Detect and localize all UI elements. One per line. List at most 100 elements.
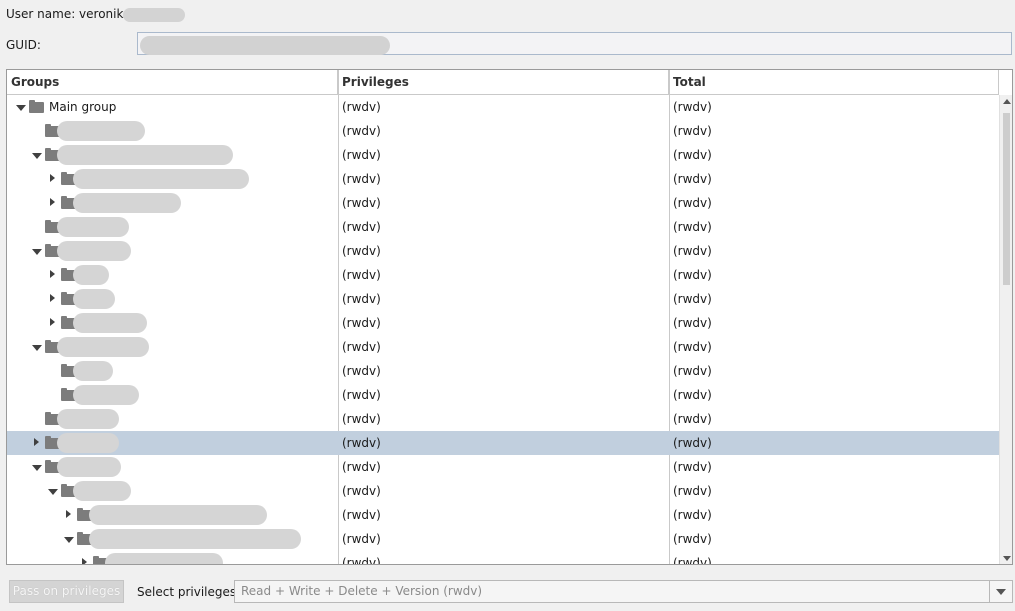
triangle-right-icon[interactable] [47, 167, 59, 191]
table-row[interactable]: (rwdv) (rwdv) [7, 119, 999, 143]
group-cell[interactable] [7, 143, 338, 167]
privileges-cell: (rwdv) [342, 556, 381, 565]
total-cell: (rwdv) [673, 268, 712, 282]
table-row[interactable]: (rwdv) (rwdv) [7, 503, 999, 527]
table-row[interactable]: (rwdv) (rwdv) [7, 527, 999, 551]
pass-on-privileges-button[interactable]: Pass on privileges [9, 580, 124, 603]
privileges-cell: (rwdv) [342, 148, 381, 162]
table-row[interactable]: (rwdv) (rwdv) [7, 455, 999, 479]
group-cell[interactable] [7, 407, 338, 431]
triangle-right-icon[interactable] [47, 263, 59, 287]
privileges-select-value: Read + Write + Delete + Version (rwdv) [241, 584, 483, 598]
table-row[interactable]: (rwdv) (rwdv) [7, 287, 999, 311]
total-cell: (rwdv) [673, 508, 712, 522]
guid-field[interactable] [137, 32, 1012, 55]
table-row[interactable]: (rwdv) (rwdv) [7, 383, 999, 407]
group-cell[interactable] [7, 119, 338, 143]
triangle-right-icon[interactable] [63, 503, 75, 527]
group-cell[interactable] [7, 503, 338, 527]
group-cell[interactable] [7, 263, 338, 287]
table-row[interactable]: (rwdv) (rwdv) [7, 263, 999, 287]
redacted-group-name [89, 529, 301, 549]
redacted-username [122, 7, 185, 22]
groups-table[interactable]: Groups Privileges Total Main group (rwdv)… [6, 69, 1013, 565]
privileges-select[interactable]: Read + Write + Delete + Version (rwdv) [234, 580, 1013, 603]
table-row[interactable]: Main group (rwdv) (rwdv) [7, 95, 999, 119]
select-privileges-label: Select privileges: [137, 585, 241, 599]
table-row[interactable]: (rwdv) (rwdv) [7, 215, 999, 239]
group-cell[interactable] [7, 335, 338, 359]
privileges-cell: (rwdv) [342, 244, 381, 258]
table-body: Main group (rwdv) (rwdv) (rwdv) (rwdv) (rwdv)… [7, 95, 999, 565]
table-row[interactable]: (rwdv) (rwdv) [7, 167, 999, 191]
redacted-group-name [57, 121, 145, 141]
table-row[interactable]: (rwdv) (rwdv) [7, 431, 999, 455]
table-row[interactable]: (rwdv) (rwdv) [7, 551, 999, 565]
group-cell[interactable] [7, 167, 338, 191]
table-row[interactable]: (rwdv) (rwdv) [7, 239, 999, 263]
group-cell[interactable] [7, 383, 338, 407]
group-cell[interactable] [7, 551, 338, 564]
vertical-scrollbar[interactable] [999, 95, 1012, 564]
total-cell: (rwdv) [673, 340, 712, 354]
redacted-group-name [57, 145, 233, 165]
column-header-total[interactable]: Total [669, 70, 999, 94]
redacted-group-name [73, 481, 131, 501]
triangle-right-icon[interactable] [47, 311, 59, 335]
triangle-down-icon[interactable] [31, 335, 43, 359]
total-cell: (rwdv) [673, 196, 712, 210]
group-cell[interactable] [7, 431, 338, 455]
scroll-down-icon[interactable] [1003, 556, 1011, 561]
privileges-cell: (rwdv) [342, 100, 381, 114]
redacted-group-name [73, 361, 113, 381]
group-cell[interactable] [7, 191, 338, 215]
group-cell[interactable] [7, 239, 338, 263]
privileges-cell: (rwdv) [342, 508, 381, 522]
group-cell[interactable] [7, 479, 338, 503]
group-cell[interactable] [7, 359, 338, 383]
guid-label: GUID: [6, 38, 41, 52]
group-cell[interactable] [7, 455, 338, 479]
table-row[interactable]: (rwdv) (rwdv) [7, 479, 999, 503]
triangle-down-icon[interactable] [31, 239, 43, 263]
redacted-group-name [73, 193, 181, 213]
total-cell: (rwdv) [673, 292, 712, 306]
total-cell: (rwdv) [673, 244, 712, 258]
triangle-down-icon[interactable] [47, 479, 59, 503]
table-header: Groups Privileges Total [7, 70, 999, 95]
triangle-right-icon[interactable] [79, 551, 91, 564]
privileges-cell: (rwdv) [342, 364, 381, 378]
scroll-up-icon[interactable] [1003, 99, 1011, 104]
triangle-down-icon[interactable] [31, 143, 43, 167]
group-cell[interactable] [7, 311, 338, 335]
group-cell[interactable] [7, 527, 338, 551]
privileges-cell: (rwdv) [342, 436, 381, 450]
scrollbar-thumb[interactable] [1003, 113, 1010, 285]
table-row[interactable]: (rwdv) (rwdv) [7, 359, 999, 383]
redacted-group-name [73, 289, 115, 309]
redacted-guid [140, 36, 390, 55]
chevron-down-icon[interactable] [989, 581, 1012, 602]
triangle-down-icon[interactable] [31, 455, 43, 479]
table-row[interactable]: (rwdv) (rwdv) [7, 191, 999, 215]
triangle-down-icon[interactable] [15, 95, 27, 119]
total-cell: (rwdv) [673, 316, 712, 330]
table-row[interactable]: (rwdv) (rwdv) [7, 335, 999, 359]
group-cell[interactable]: Main group [7, 95, 338, 119]
table-row[interactable]: (rwdv) (rwdv) [7, 311, 999, 335]
column-header-groups[interactable]: Groups [7, 70, 338, 94]
column-header-privileges[interactable]: Privileges [338, 70, 669, 94]
table-row[interactable]: (rwdv) (rwdv) [7, 407, 999, 431]
triangle-down-icon[interactable] [63, 527, 75, 551]
user-name-label: User name: veronika [6, 7, 185, 22]
privileges-cell: (rwdv) [342, 460, 381, 474]
group-cell[interactable] [7, 287, 338, 311]
group-cell[interactable] [7, 215, 338, 239]
total-cell: (rwdv) [673, 364, 712, 378]
triangle-right-icon[interactable] [47, 287, 59, 311]
privileges-cell: (rwdv) [342, 220, 381, 234]
triangle-right-icon[interactable] [31, 431, 43, 455]
redacted-group-name [57, 457, 121, 477]
triangle-right-icon[interactable] [47, 191, 59, 215]
table-row[interactable]: (rwdv) (rwdv) [7, 143, 999, 167]
